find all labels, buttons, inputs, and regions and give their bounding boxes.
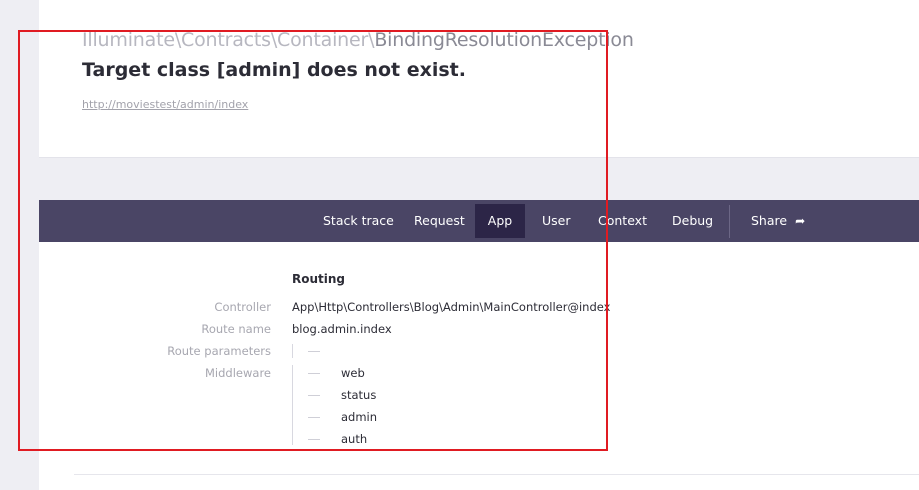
exception-namespace: Illuminate\Contracts\Container\: [82, 29, 375, 51]
request-url-link[interactable]: http://moviestest/admin/index: [82, 98, 248, 111]
list-dash: [308, 395, 320, 396]
section-title-routing: Routing: [292, 272, 346, 286]
nav-divider: [729, 205, 730, 238]
error-page: Illuminate\Contracts\Container\BindingRe…: [0, 0, 919, 490]
exception-class: Illuminate\Contracts\Container\BindingRe…: [82, 29, 634, 51]
route-parameters-bar: [292, 344, 293, 358]
tab-context[interactable]: Context: [586, 204, 659, 238]
divider: [74, 474, 919, 475]
tab-request[interactable]: Request: [402, 204, 477, 238]
share-label: Share: [751, 213, 788, 228]
tab-navigation: Stack trace Request App User Context Deb…: [39, 200, 919, 242]
share-button[interactable]: Share ➦: [739, 204, 817, 238]
list-dash: [308, 417, 320, 418]
middleware-item: auth: [341, 432, 368, 446]
tab-stack-trace[interactable]: Stack trace: [311, 204, 406, 238]
empty-value-dash: [308, 351, 320, 352]
middleware-item: web: [341, 366, 365, 380]
controller-value: App\Http\Controllers\Blog\Admin\MainCont…: [292, 300, 611, 314]
middleware-item: status: [341, 388, 377, 402]
exception-message: Target class [admin] does not exist.: [82, 59, 466, 81]
share-arrow-icon: ➦: [795, 214, 806, 228]
route-parameters-label: Route parameters: [167, 344, 271, 358]
tab-user[interactable]: User: [530, 204, 583, 238]
route-name-label: Route name: [201, 322, 271, 336]
exception-name: BindingResolutionException: [374, 29, 634, 51]
middleware-label: Middleware: [205, 366, 271, 380]
middleware-bar: [292, 365, 293, 445]
list-dash: [308, 373, 320, 374]
tab-app[interactable]: App: [475, 204, 525, 238]
list-dash: [308, 439, 320, 440]
controller-label: Controller: [214, 300, 271, 314]
tab-debug[interactable]: Debug: [660, 204, 725, 238]
middleware-item: admin: [341, 410, 378, 424]
route-name-value: blog.admin.index: [292, 322, 392, 336]
